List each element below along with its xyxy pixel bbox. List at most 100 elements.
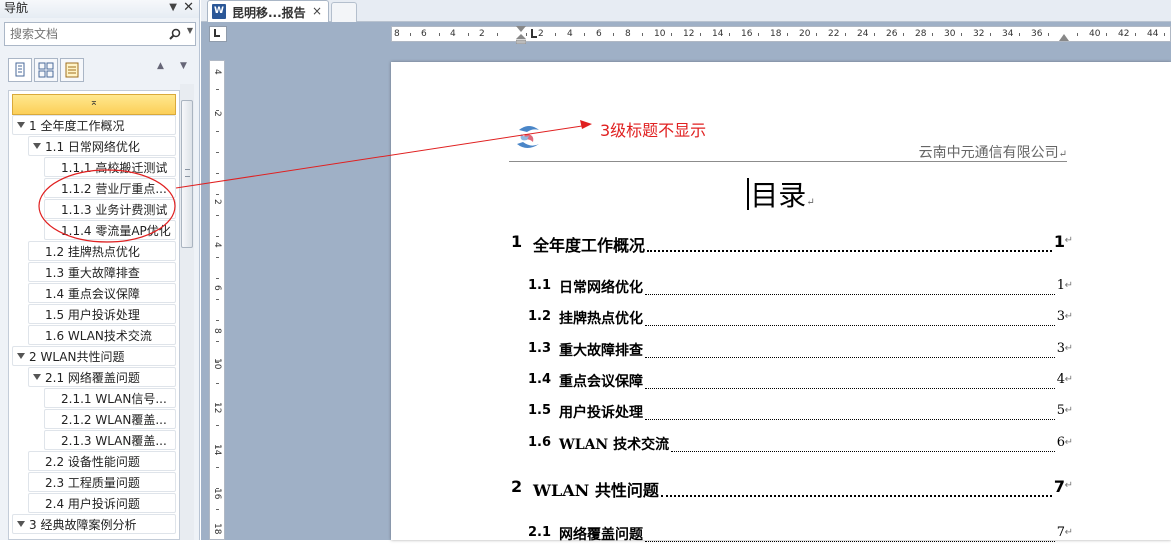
tree-item[interactable]: 1.4 重点会议保障: [28, 283, 176, 303]
paragraph-mark: ↵: [1064, 480, 1073, 491]
ruler-tick: [216, 89, 219, 90]
expand-triangle-icon[interactable]: [17, 353, 25, 359]
collapse-all-button[interactable]: ⌅: [12, 94, 176, 115]
ruler-tick: [729, 33, 730, 36]
paragraph-mark: ↵: [1064, 311, 1073, 322]
toc-entry[interactable]: 1.6 WLAN 技术交流 6 ↵: [511, 434, 1073, 454]
ruler-tick-label: 28: [915, 29, 927, 39]
tree-item-label: 2.3 工程质量问题: [45, 476, 140, 490]
vertical-ruler[interactable]: 4 2 2 4 6 8 10 12 14 16 18: [209, 60, 225, 540]
tree-item[interactable]: 2.3 工程质量问题: [28, 472, 176, 492]
tree-item[interactable]: 1.2 挂牌热点优化: [28, 241, 176, 261]
toc-entry[interactable]: 2 WLAN 共性问题 7 ↵: [511, 477, 1073, 500]
search-input[interactable]: [5, 23, 155, 45]
search-icon[interactable]: [169, 28, 181, 40]
ruler-tick: [439, 33, 440, 36]
tree-item[interactable]: 1.6 WLAN技术交流: [28, 325, 176, 345]
toc-entry-number: 2.1: [528, 525, 552, 540]
previous-heading-icon[interactable]: ▲: [157, 61, 164, 71]
ruler-tick-label: 30: [944, 29, 956, 39]
tree-item[interactable]: 1 全年度工作概况: [12, 115, 176, 135]
toc-leader-dots: [671, 451, 1055, 452]
tab-selector-button[interactable]: [209, 26, 227, 42]
tree-item[interactable]: 2.1.3 WLAN覆盖...: [44, 430, 176, 450]
tree-item[interactable]: 1.3 重大故障排查: [28, 262, 176, 282]
expand-triangle-icon[interactable]: [33, 143, 41, 149]
paragraph-mark: ↵: [1064, 527, 1073, 538]
toc-entry[interactable]: 2.1 网络覆盖问题 7 ↵: [511, 524, 1073, 544]
tree-item[interactable]: 1.1.2 营业厅重点...: [44, 178, 176, 198]
toc-entry[interactable]: 1.2 挂牌热点优化 3 ↵: [511, 308, 1073, 328]
document-page[interactable]: 云南中元通信有限公司↵ 目录↵ 1 全年度工作概况 1 ↵ 1.1 日常网络优化 1 ↵ 1.2…: [391, 62, 1171, 543]
tab-close-icon[interactable]: ×: [312, 4, 322, 18]
expand-triangle-icon[interactable]: [17, 122, 25, 128]
tree-item[interactable]: 2.1 网络覆盖问题: [28, 367, 176, 387]
tree-item-label: 1.3 重大故障排查: [45, 266, 140, 280]
tree-item[interactable]: 1.1.1 高校搬迁测试: [44, 157, 176, 177]
toc-entry-text: 全年度工作概况: [533, 236, 646, 255]
paragraph-mark: ↵: [1064, 343, 1073, 354]
expand-triangle-icon[interactable]: [17, 521, 25, 527]
ruler-tick: [216, 173, 219, 174]
expand-triangle-icon[interactable]: [33, 374, 41, 380]
tree-item[interactable]: 1.1.3 业务计费测试: [44, 199, 176, 219]
tree-item[interactable]: 2.2 设备性能问题: [28, 451, 176, 471]
close-icon[interactable]: ✕: [183, 0, 194, 15]
right-indent-marker[interactable]: [1059, 34, 1069, 41]
tree-item[interactable]: 1.1.4 零流量AP优化: [44, 220, 176, 240]
toc-entry[interactable]: 1.1 日常网络优化 1 ↵: [511, 277, 1073, 297]
ruler-tick-label: 16: [212, 488, 222, 500]
new-tab-button[interactable]: [331, 2, 357, 22]
toc-entry-number: 1.5: [528, 403, 552, 418]
chevron-down-icon[interactable]: ▼: [187, 26, 193, 35]
tree-item[interactable]: 2.1.1 WLAN信号...: [44, 388, 176, 408]
tree-item-label: 2.1.1 WLAN信号...: [61, 392, 167, 406]
pages-view-icon[interactable]: [34, 58, 58, 82]
ruler-tick: [787, 33, 788, 36]
tree-item[interactable]: 2.4 用户投诉问题: [28, 493, 176, 513]
ruler-tick: [497, 33, 498, 36]
ruler-tick: [584, 33, 585, 36]
ruler-tick-label: 32: [973, 29, 985, 39]
toc-entry-number: 1.6: [528, 435, 552, 450]
toc-entry[interactable]: 1.3 重大故障排查 3 ↵: [511, 340, 1073, 360]
toc-leader-dots: [645, 388, 1055, 389]
next-heading-icon[interactable]: ▼: [180, 61, 187, 71]
document-tab[interactable]: W 昆明移...报告 ×: [207, 0, 329, 22]
toc-leader-dots: [645, 294, 1055, 295]
ruler-tick: [216, 362, 219, 363]
horizontal-ruler[interactable]: 8 6 4 2 2 4 6 8 10 12 14 16 18 20 22 24 26 28 30 32 34 36 40 42…: [391, 26, 1171, 42]
toc-entry[interactable]: 1.4 重点会议保障 4 ↵: [511, 371, 1073, 391]
tree-item[interactable]: 2 WLAN共性问题: [12, 346, 176, 366]
tab-stop-marker[interactable]: [531, 29, 537, 38]
tree-item[interactable]: 3 经典故障案例分析: [12, 514, 176, 534]
ruler-tick-label: 16: [741, 29, 753, 39]
tree-item[interactable]: 2.1.2 WLAN覆盖...: [44, 409, 176, 429]
search-box[interactable]: ▼: [4, 22, 196, 46]
hanging-indent-marker[interactable]: [516, 34, 526, 44]
tree-item-label: 1.5 用户投诉处理: [45, 308, 140, 322]
ruler-tick: [990, 33, 991, 36]
toc-entry[interactable]: 1 全年度工作概况 1 ↵: [511, 232, 1073, 255]
paragraph-mark: ↵: [1064, 374, 1073, 385]
toc-entry-text: 挂牌热点优化: [559, 311, 643, 327]
ruler-tick-label: 2: [212, 111, 222, 117]
scrollbar-thumb[interactable]: [181, 100, 193, 248]
ruler-tick: [1048, 33, 1049, 36]
results-view-icon[interactable]: [60, 58, 84, 82]
ruler-tick-label: 24: [857, 29, 869, 39]
ruler-tick-label: 6: [212, 285, 222, 291]
tree-item[interactable]: 1.5 用户投诉处理: [28, 304, 176, 324]
triangle-down-icon[interactable]: ▼: [169, 0, 177, 16]
first-line-indent-marker[interactable]: [516, 26, 526, 32]
toc-entry[interactable]: 1.5 用户投诉处理 5 ↵: [511, 402, 1073, 422]
document-tab-bar: W 昆明移...报告 ×: [201, 0, 1171, 22]
tree-item[interactable]: 1.1 日常网络优化: [28, 136, 176, 156]
document-tab-label: 昆明移...报告: [232, 6, 306, 20]
ruler-tick-label: 10: [654, 29, 666, 39]
tree-scrollbar[interactable]: [180, 84, 194, 540]
ruler-tick-label: 22: [828, 29, 840, 39]
headings-view-icon[interactable]: [8, 58, 32, 82]
toc-entry-text: WLAN 共性问题: [533, 481, 659, 500]
ruler-tick-label: 40: [1089, 29, 1101, 39]
